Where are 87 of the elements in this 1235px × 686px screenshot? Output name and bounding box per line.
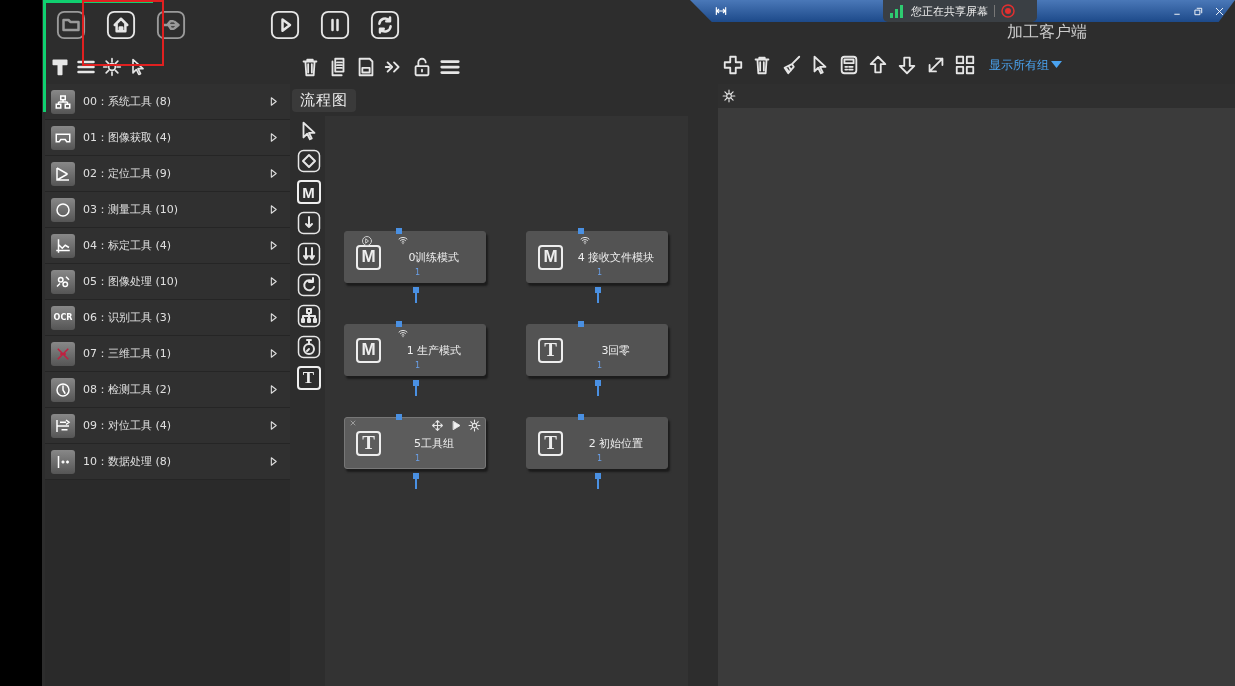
home-icon[interactable] [106, 10, 136, 40]
pin-icon[interactable] [714, 4, 728, 18]
input-port[interactable] [396, 321, 402, 327]
close-icon[interactable] [1214, 5, 1225, 17]
tool-palette-item[interactable]: M [296, 180, 321, 204]
refresh-icon[interactable] [370, 10, 400, 40]
flow-node[interactable]: T 3回零 1 [526, 324, 668, 376]
node-label: 4 接收文件模块 [576, 249, 656, 265]
tool-category[interactable]: 09：对位工具 (4) [45, 408, 290, 444]
play-icon[interactable] [270, 10, 300, 40]
up-arrow-icon[interactable] [867, 54, 889, 76]
category-icon [51, 341, 75, 366]
hierarchy-icon[interactable] [296, 304, 321, 328]
hammer-icon[interactable] [50, 57, 70, 77]
tool-category[interactable]: 05：图像处理 (10) [45, 264, 290, 300]
category-icon [51, 197, 75, 222]
node-type-icon: T [538, 337, 563, 363]
wifi-icon [396, 234, 410, 246]
add-icon[interactable] [722, 54, 744, 76]
node-type-icon: T [356, 430, 381, 456]
flow-node[interactable]: T 2 初始位置 1 [526, 417, 668, 469]
input-port[interactable] [578, 414, 584, 420]
category-icon [51, 413, 75, 438]
node-type-icon: M [356, 337, 381, 363]
tool-category[interactable]: 01：图像获取 (4) [45, 120, 290, 156]
folder-icon[interactable] [56, 10, 86, 40]
flow-node[interactable]: M 1 生产模式 1 [344, 324, 486, 376]
ocr-icon: OCR [51, 305, 75, 330]
node-type-icon: M [538, 244, 563, 270]
tool-category[interactable]: 10：数据处理 (8) [45, 444, 290, 480]
settings-icon[interactable] [722, 89, 736, 103]
category-icon [51, 161, 75, 186]
node-type-icon: T [538, 430, 563, 456]
category-icon [51, 449, 75, 474]
move-icon[interactable] [431, 419, 444, 432]
input-port[interactable] [578, 321, 584, 327]
share-status-text: 您正在共享屏幕 [911, 3, 988, 19]
category-icon [51, 377, 75, 402]
settings-icon[interactable] [468, 419, 481, 432]
pause-icon[interactable] [320, 10, 350, 40]
tool-palette-item[interactable]: T [296, 366, 321, 390]
input-port[interactable] [396, 228, 402, 234]
flow-node[interactable]: M 4 接收文件模块 1 [526, 231, 668, 283]
tool-category[interactable]: 00：系统工具 (8) [45, 84, 290, 120]
input-port[interactable] [578, 228, 584, 234]
play-icon[interactable] [450, 419, 462, 432]
node-label: 0训练模式 [407, 249, 461, 265]
settings-icon[interactable] [102, 57, 122, 77]
timer-icon[interactable] [296, 335, 321, 359]
play-icon [361, 235, 373, 247]
grid-icon[interactable] [954, 54, 976, 76]
tool-category[interactable]: 08：检测工具 (2) [45, 372, 290, 408]
flow-node[interactable]: T 5工具组 1 [344, 417, 486, 469]
node-label: 3回零 [600, 342, 632, 358]
port-label: 1 [415, 361, 421, 370]
caret-icon[interactable] [1051, 61, 1062, 69]
restore-icon[interactable] [1193, 5, 1204, 17]
usb-icon[interactable] [156, 10, 186, 40]
window-title: 加工客户端 [1007, 22, 1087, 43]
category-icon [51, 89, 75, 114]
node-label: 1 生产模式 [405, 342, 463, 358]
port-label: 1 [415, 454, 421, 463]
down-arrow-icon[interactable] [896, 54, 918, 76]
flow-node[interactable]: M 0训练模式 1 [344, 231, 486, 283]
node-label: 5工具组 [413, 435, 455, 451]
wifi-icon [578, 234, 592, 246]
port-label: 1 [597, 454, 603, 463]
category-icon [51, 269, 75, 294]
category-icon [51, 233, 75, 258]
calculator-icon[interactable] [838, 54, 860, 76]
tool-category[interactable]: 02：定位工具 (9) [45, 156, 290, 192]
tool-category[interactable]: 07：三维工具 (1) [45, 336, 290, 372]
port-label: 1 [597, 361, 603, 370]
input-port[interactable] [396, 414, 402, 420]
node-label: 2 初始位置 [587, 435, 645, 451]
port-label: 1 [415, 268, 421, 277]
node-type-icon: M [356, 244, 381, 270]
group-filter-dropdown[interactable]: 显示所有组 [989, 56, 1062, 74]
tool-category[interactable]: OCR 06：识别工具 (3) [45, 300, 290, 336]
loop-icon[interactable] [296, 273, 321, 297]
wifi-icon [396, 327, 410, 339]
tool-category[interactable]: 04：标定工具 (4) [45, 228, 290, 264]
category-icon [51, 125, 75, 150]
signal-icon [889, 4, 905, 18]
tool-category[interactable]: 03：测量工具 (10) [45, 192, 290, 228]
flow-tab[interactable]: 流程图 [292, 88, 356, 112]
port-label: 1 [597, 268, 603, 277]
